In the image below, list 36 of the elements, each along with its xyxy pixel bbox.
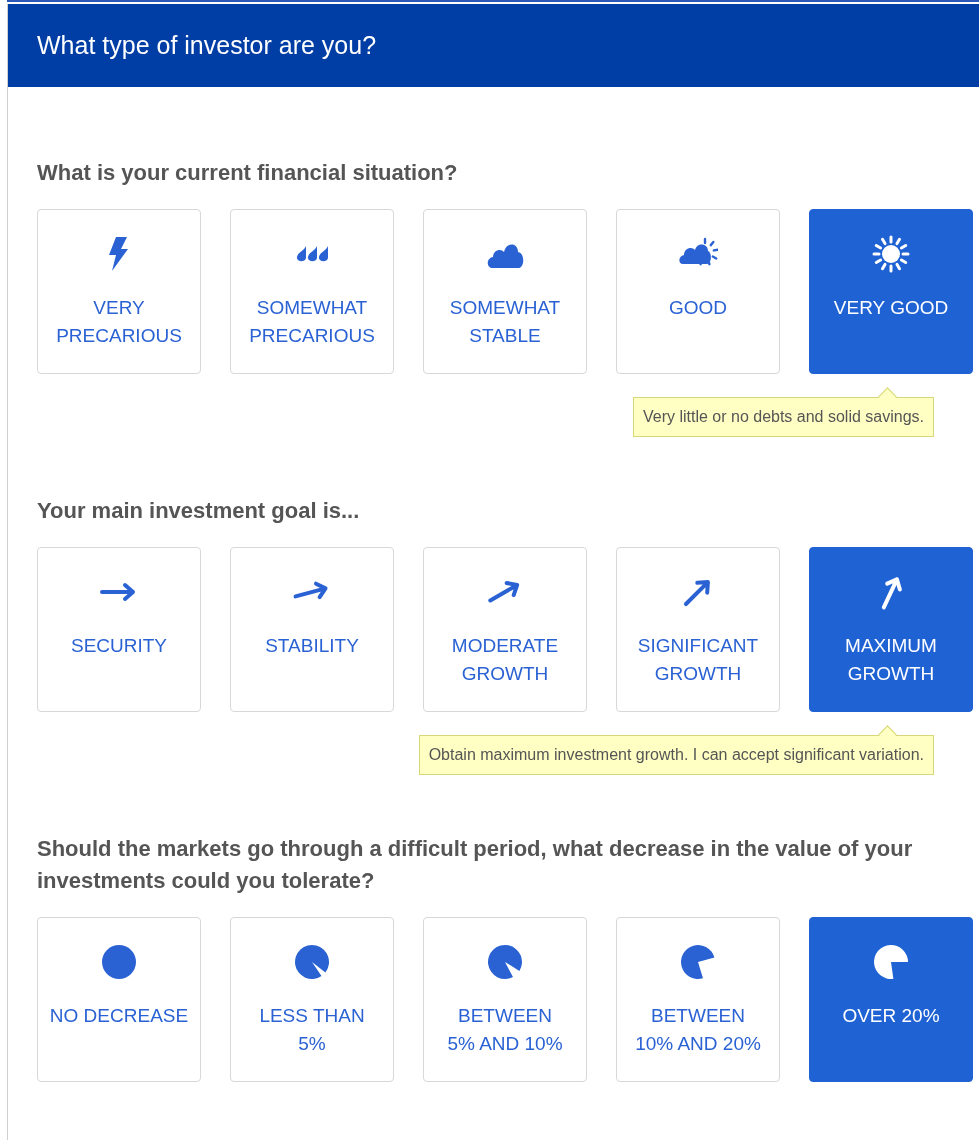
arrow-icon <box>293 581 328 600</box>
page-title: What type of investor are you? <box>37 31 377 60</box>
cloud-sun-icon <box>679 237 718 266</box>
option-card[interactable]: BETWEEN 5% AND 10% <box>423 917 587 1082</box>
pie-icon <box>681 945 715 979</box>
question-text: Your main investment goal is... <box>37 497 361 525</box>
option-card[interactable]: SOMEWHAT STABLE <box>423 209 587 374</box>
arrow-icon <box>881 577 902 610</box>
option-card[interactable]: SIGNIFICANT GROWTH <box>616 547 780 712</box>
sun-icon <box>872 235 910 273</box>
question-text: What is your current financial situation? <box>37 159 459 187</box>
option-card[interactable]: STABILITY <box>230 547 394 712</box>
option-card[interactable]: VERY GOOD <box>809 209 973 374</box>
pie-icon <box>102 945 136 979</box>
hint-tooltip: Obtain maximum investment growth. I can accept significant variation. <box>418 727 934 775</box>
option-card[interactable]: SOMEWHAT PRECARIOUS <box>230 209 394 374</box>
option-card[interactable]: VERY PRECARIOUS <box>37 209 201 374</box>
question-text: Should the markets go through a difficult period, what decrease in the value of your investments could you tolerate? <box>37 835 914 895</box>
arrow-icon <box>488 580 520 603</box>
hint-tooltip: Very little or no debts and solid savings. <box>632 389 934 437</box>
drops-icon <box>296 246 328 262</box>
option-card[interactable]: MAXIMUM GROWTH <box>809 547 973 712</box>
option-card[interactable]: MODERATE GROWTH <box>423 547 587 712</box>
pie-icon <box>488 945 522 979</box>
option-card[interactable]: OVER 20% <box>809 917 973 1082</box>
lightning-icon <box>109 237 128 271</box>
option-card[interactable]: LESS THAN 5% <box>230 917 394 1082</box>
option-card[interactable]: SECURITY <box>37 547 201 712</box>
arrow-icon <box>100 583 135 601</box>
option-card[interactable]: NO DECREASE <box>37 917 201 1082</box>
cloud-icon <box>487 244 524 268</box>
arrow-icon <box>684 580 710 606</box>
option-card[interactable]: GOOD <box>616 209 780 374</box>
option-card[interactable]: BETWEEN 10% AND 20% <box>616 917 780 1082</box>
pie-icon <box>874 945 908 979</box>
pie-icon <box>295 945 329 979</box>
